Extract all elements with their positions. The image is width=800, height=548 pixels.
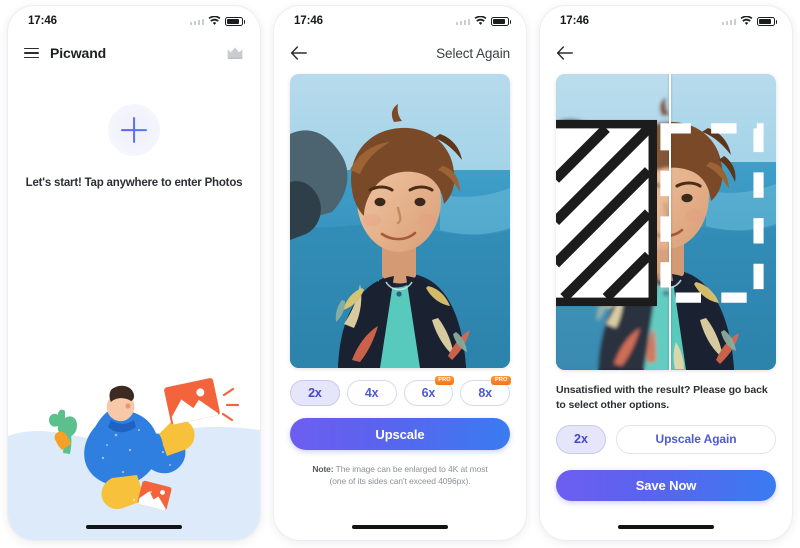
phone-screen-select-scale: 17:46 Select Again 2x 4x 6x PRO 8x PRO U… bbox=[274, 6, 526, 540]
note-label: Note: bbox=[312, 464, 334, 474]
phone-screen-home: 17:46 Picwand Let's start! Tap anywhere … bbox=[8, 6, 260, 540]
battery-icon bbox=[757, 16, 777, 26]
start-zone[interactable]: Let's start! Tap anywhere to enter Photo… bbox=[8, 70, 260, 189]
home-indicator bbox=[86, 525, 182, 529]
battery-icon bbox=[225, 16, 245, 26]
result-message: Unsatisfied with the result? Please go b… bbox=[556, 384, 768, 411]
back-arrow-icon[interactable] bbox=[556, 45, 574, 61]
battery-icon bbox=[491, 16, 511, 26]
plus-icon bbox=[121, 117, 147, 143]
add-photo-button[interactable] bbox=[108, 104, 160, 156]
status-bar-time: 17:46 bbox=[28, 15, 57, 27]
wifi-icon bbox=[740, 16, 753, 25]
note-line-2: (one of its sides can't exceed 4096px). bbox=[329, 476, 471, 487]
status-bar-icons bbox=[721, 16, 777, 26]
result-body: Unsatisfied with the result? Please go b… bbox=[540, 70, 792, 540]
signal-dots-icon bbox=[455, 17, 470, 25]
note-line-1: The image can be enlarged to 4K at most bbox=[333, 464, 488, 474]
status-bar-time: 17:46 bbox=[560, 15, 589, 27]
home-body[interactable]: Let's start! Tap anywhere to enter Photo… bbox=[8, 70, 260, 540]
back-arrow-icon[interactable] bbox=[290, 45, 308, 61]
status-bar: 17:46 bbox=[540, 6, 792, 36]
app-screenshot-stage: 17:46 Picwand Let's start! Tap anywhere … bbox=[0, 0, 800, 548]
phone-screen-result: 17:46 Unsatisfied with the result? Pleas… bbox=[540, 6, 792, 540]
upscale-button[interactable]: Upscale bbox=[290, 418, 510, 450]
wifi-icon bbox=[474, 16, 487, 25]
scale-option-2x[interactable]: 2x bbox=[290, 380, 340, 406]
status-bar: 17:46 bbox=[274, 6, 526, 36]
status-bar-icons bbox=[189, 16, 245, 26]
wifi-icon bbox=[208, 16, 221, 25]
scale-option-label: 2x bbox=[308, 386, 322, 400]
home-indicator bbox=[618, 525, 714, 529]
current-scale-pill[interactable]: 2x bbox=[556, 424, 606, 454]
scale-option-8x[interactable]: 8x PRO bbox=[460, 376, 511, 406]
status-bar-time: 17:46 bbox=[294, 15, 323, 27]
pro-badge: PRO bbox=[491, 376, 511, 385]
crown-icon[interactable] bbox=[226, 46, 244, 60]
status-bar-icons bbox=[455, 16, 511, 26]
upscale-again-button[interactable]: Upscale Again bbox=[616, 424, 776, 454]
start-hint-text: Let's start! Tap anywhere to enter Photo… bbox=[25, 177, 243, 189]
compare-photo[interactable] bbox=[556, 74, 776, 370]
select-nav-bar: Select Again bbox=[274, 36, 526, 70]
compare-slider-icon[interactable] bbox=[556, 74, 767, 361]
home-indicator bbox=[352, 525, 448, 529]
status-bar: 17:46 bbox=[8, 6, 260, 36]
result-nav-bar bbox=[540, 36, 792, 70]
preview-photo[interactable] bbox=[290, 74, 510, 368]
note-text: Note: The image can be enlarged to 4K at… bbox=[312, 463, 487, 488]
select-body: 2x 4x 6x PRO 8x PRO Upscale Note: The im… bbox=[274, 70, 526, 540]
signal-dots-icon bbox=[721, 17, 736, 25]
page-title: Picwand bbox=[50, 45, 107, 61]
result-actions-row: 2x Upscale Again bbox=[556, 424, 776, 454]
hamburger-menu-icon[interactable] bbox=[24, 47, 39, 59]
scale-options-row: 2x 4x 6x PRO 8x PRO bbox=[290, 376, 511, 406]
scale-option-label: 6x bbox=[421, 386, 436, 400]
home-nav-bar: Picwand bbox=[8, 36, 260, 70]
scale-option-label: 4x bbox=[364, 386, 379, 400]
person-with-photos-illustration bbox=[8, 340, 260, 540]
signal-dots-icon bbox=[189, 17, 204, 25]
pro-badge: PRO bbox=[434, 376, 455, 385]
scale-option-label: 8x bbox=[478, 386, 492, 400]
select-again-button[interactable]: Select Again bbox=[436, 46, 510, 61]
scale-option-6x[interactable]: 6x PRO bbox=[403, 376, 455, 406]
scale-option-4x[interactable]: 4x bbox=[346, 380, 397, 406]
save-now-button[interactable]: Save Now bbox=[556, 469, 776, 501]
